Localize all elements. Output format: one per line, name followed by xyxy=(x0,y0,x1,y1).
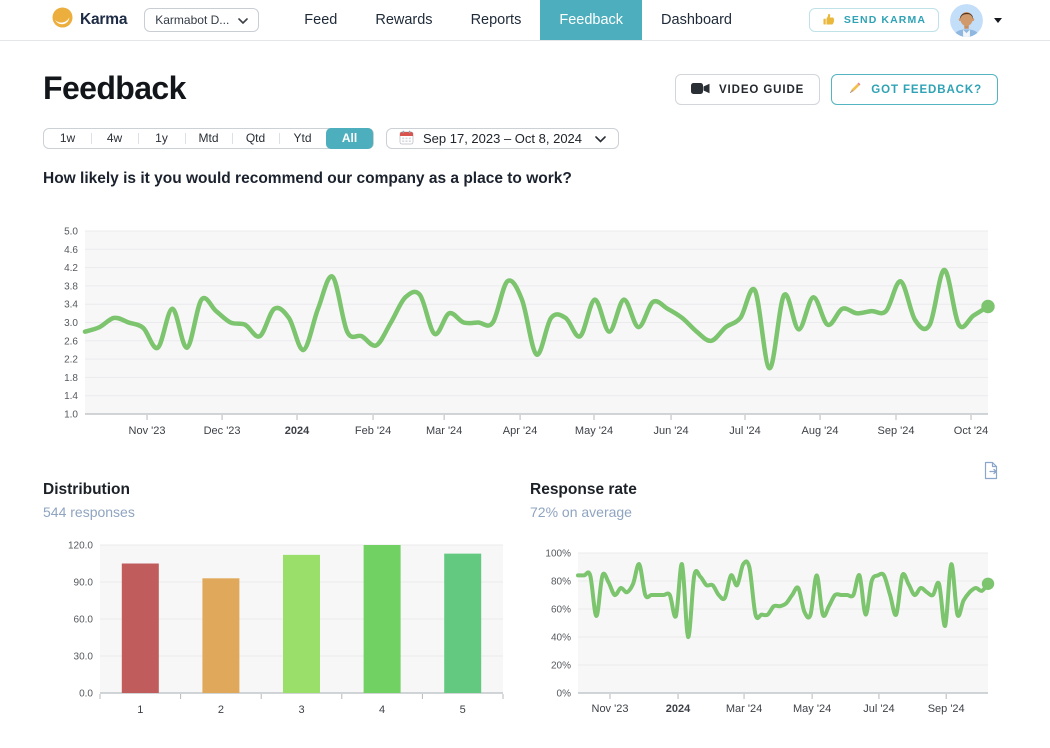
page-title: Feedback xyxy=(43,70,186,107)
svg-text:Sep '24: Sep '24 xyxy=(877,425,914,437)
svg-text:3.4: 3.4 xyxy=(64,300,78,311)
svg-text:80%: 80% xyxy=(551,577,571,588)
svg-text:20%: 20% xyxy=(551,661,571,672)
range-1w[interactable]: 1w xyxy=(44,129,91,148)
distribution-chart: 0.0 30.0 60.0 90.0 120.0 1 2 3 4 5 xyxy=(55,536,517,724)
svg-text:Feb '24: Feb '24 xyxy=(355,425,391,437)
chevron-down-icon xyxy=(595,131,606,146)
time-range-segmented-control: 1w 4w 1y Mtd Qtd Ytd All xyxy=(43,128,374,149)
svg-text:2.2: 2.2 xyxy=(64,355,78,366)
svg-text:2.6: 2.6 xyxy=(64,336,78,347)
svg-text:5: 5 xyxy=(460,704,466,716)
svg-text:Oct '24: Oct '24 xyxy=(954,425,989,437)
survey-question: How likely is it you would recommend our… xyxy=(43,170,572,188)
filter-row: 1w 4w 1y Mtd Qtd Ytd All Sep 17, 2023 – … xyxy=(43,128,619,149)
distribution-title: Distribution xyxy=(43,481,135,499)
svg-text:40%: 40% xyxy=(551,633,571,644)
svg-text:120.0: 120.0 xyxy=(68,541,93,552)
page: Karma Karmabot D... Feed Rewards Reports… xyxy=(0,0,1050,748)
nav-links: Feed Rewards Reports Feedback Dashboard xyxy=(285,0,751,40)
svg-text:1.0: 1.0 xyxy=(64,410,78,421)
distribution-panel-header: Distribution 544 responses xyxy=(43,481,135,520)
svg-text:Sep '24: Sep '24 xyxy=(928,703,965,715)
svg-text:2024: 2024 xyxy=(666,703,691,715)
svg-text:Jul '24: Jul '24 xyxy=(729,425,760,437)
send-karma-button[interactable]: SEND KARMA xyxy=(809,8,939,32)
pencil-icon xyxy=(847,81,862,99)
brand-link[interactable]: Karma xyxy=(52,0,127,40)
chevron-down-icon xyxy=(238,13,248,27)
top-navbar: Karma Karmabot D... Feed Rewards Reports… xyxy=(0,0,1050,41)
got-feedback-button[interactable]: GOT FEEDBACK? xyxy=(831,74,998,105)
rating-trend-chart: 1.0 1.4 1.8 2.2 2.6 3.0 3.4 3.8 4.2 4.6 5.0 Nov '23… xyxy=(40,222,1000,444)
got-feedback-label: GOT FEEDBACK? xyxy=(871,84,982,96)
svg-text:Nov '23: Nov '23 xyxy=(592,703,629,715)
svg-text:1.4: 1.4 xyxy=(64,391,78,402)
thumbs-up-icon xyxy=(822,12,836,29)
svg-text:Aug '24: Aug '24 xyxy=(802,425,839,437)
date-range-picker[interactable]: Sep 17, 2023 – Oct 8, 2024 xyxy=(386,128,619,149)
svg-text:Mar '24: Mar '24 xyxy=(726,703,762,715)
nav-item-rewards[interactable]: Rewards xyxy=(356,0,451,40)
video-guide-button[interactable]: VIDEO GUIDE xyxy=(675,74,820,105)
nav-item-feedback[interactable]: Feedback xyxy=(540,0,642,40)
nav-item-dashboard[interactable]: Dashboard xyxy=(642,0,751,40)
svg-text:60%: 60% xyxy=(551,605,571,616)
response-rate-chart: 0% 20% 40% 60% 80% 100% Nov '23 2024 Mar '24 May … xyxy=(533,544,1001,724)
response-rate-subtitle: 72% on average xyxy=(530,504,637,520)
brand-name: Karma xyxy=(80,11,127,29)
svg-text:4.6: 4.6 xyxy=(64,245,78,256)
header-buttons: VIDEO GUIDE GOT FEEDBACK? xyxy=(675,74,998,105)
svg-text:5.0: 5.0 xyxy=(64,227,78,238)
avatar[interactable] xyxy=(950,4,983,37)
range-1y[interactable]: 1y xyxy=(138,129,185,148)
nav-right: SEND KARMA xyxy=(809,0,1002,40)
video-camera-icon xyxy=(691,82,710,98)
svg-text:Jun '24: Jun '24 xyxy=(653,425,688,437)
nav-item-reports[interactable]: Reports xyxy=(452,0,541,40)
range-all[interactable]: All xyxy=(326,128,373,149)
svg-text:Apr '24: Apr '24 xyxy=(503,425,538,437)
svg-text:2024: 2024 xyxy=(285,425,310,437)
response-rate-panel-header: Response rate 72% on average xyxy=(530,481,637,520)
svg-text:90.0: 90.0 xyxy=(74,578,94,589)
svg-text:3: 3 xyxy=(298,704,304,716)
svg-text:100%: 100% xyxy=(545,549,571,560)
range-ytd[interactable]: Ytd xyxy=(279,129,326,148)
svg-text:60.0: 60.0 xyxy=(74,615,94,626)
send-karma-label: SEND KARMA xyxy=(844,14,926,26)
karma-logo-icon xyxy=(52,7,73,33)
distribution-subtitle: 544 responses xyxy=(43,504,135,520)
svg-text:3.8: 3.8 xyxy=(64,281,78,292)
export-icon[interactable] xyxy=(982,461,1000,485)
svg-text:0.0: 0.0 xyxy=(79,689,93,700)
svg-text:Dec '23: Dec '23 xyxy=(204,425,241,437)
svg-text:Jul '24: Jul '24 xyxy=(863,703,894,715)
workspace-selector-label: Karmabot D... xyxy=(155,13,229,27)
workspace-selector[interactable]: Karmabot D... xyxy=(144,8,259,32)
svg-text:May '24: May '24 xyxy=(575,425,613,437)
range-qtd[interactable]: Qtd xyxy=(232,129,279,148)
svg-text:30.0: 30.0 xyxy=(74,652,94,663)
nav-item-feed[interactable]: Feed xyxy=(285,0,356,40)
svg-text:Nov '23: Nov '23 xyxy=(129,425,166,437)
svg-text:3.0: 3.0 xyxy=(64,318,78,329)
date-range-label: Sep 17, 2023 – Oct 8, 2024 xyxy=(423,131,582,146)
svg-text:4: 4 xyxy=(379,704,385,716)
calendar-icon xyxy=(399,130,414,148)
svg-text:0%: 0% xyxy=(557,689,572,700)
response-rate-title: Response rate xyxy=(530,481,637,499)
range-mtd[interactable]: Mtd xyxy=(185,129,232,148)
svg-text:1.8: 1.8 xyxy=(64,373,78,384)
video-guide-label: VIDEO GUIDE xyxy=(719,84,804,96)
svg-text:Mar '24: Mar '24 xyxy=(426,425,462,437)
svg-text:2: 2 xyxy=(218,704,224,716)
svg-text:4.2: 4.2 xyxy=(64,263,78,274)
svg-text:May '24: May '24 xyxy=(793,703,831,715)
caret-down-icon[interactable] xyxy=(994,18,1002,23)
svg-text:1: 1 xyxy=(137,704,143,716)
range-4w[interactable]: 4w xyxy=(91,129,138,148)
